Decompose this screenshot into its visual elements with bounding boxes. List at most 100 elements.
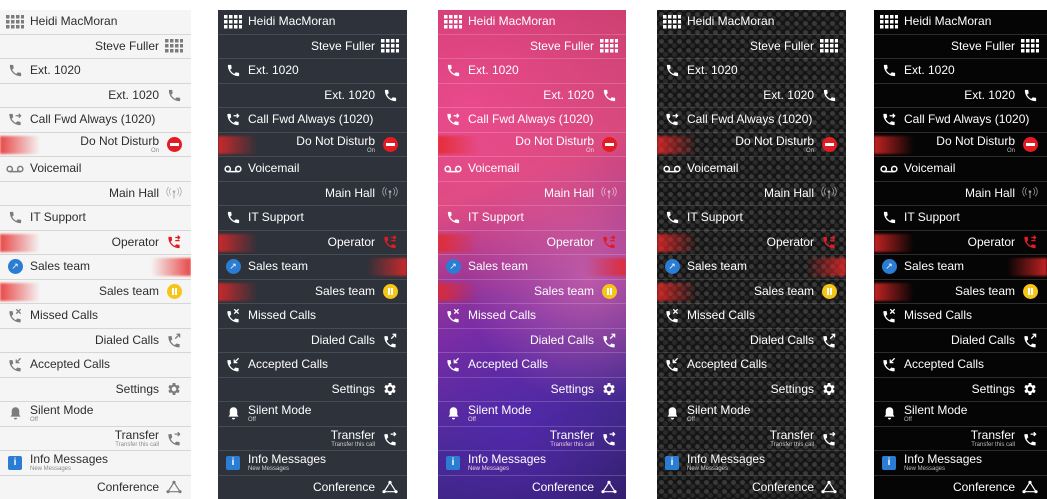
softkey-do-not-disturb[interactable]: Do Not Disturb On [874, 133, 1047, 157]
softkey-accepted-calls[interactable]: Accepted Calls [657, 353, 846, 378]
softkey-info-messages[interactable]: i Info Messages New Messages [874, 451, 1047, 476]
softkey-transfer[interactable]: Transfer Transfer this call [438, 427, 626, 451]
softkey-it-support[interactable]: IT Support [218, 206, 407, 231]
softkey-accepted-calls[interactable]: Accepted Calls [874, 353, 1047, 378]
softkey-do-not-disturb[interactable]: Do Not Disturb On [438, 133, 626, 157]
softkey-ext-1020[interactable]: Ext. 1020 [438, 59, 626, 84]
softkey-dialed-calls[interactable]: Dialed Calls [657, 329, 846, 353]
softkey-call-fwd-always-1020[interactable]: Call Fwd Always (1020) [218, 108, 407, 133]
softkey-sales-team[interactable]: ↗ Sales team [438, 255, 626, 280]
softkey-ext-1020[interactable]: Ext. 1020 [218, 59, 407, 84]
softkey-voicemail[interactable]: Voicemail [218, 157, 407, 182]
softkey-operator[interactable]: Operator [874, 231, 1047, 255]
softkey-settings[interactable]: Settings [438, 378, 626, 402]
softkey-missed-calls[interactable]: Missed Calls [218, 304, 407, 329]
softkey-call-fwd-always-1020[interactable]: Call Fwd Always (1020) [657, 108, 846, 133]
softkey-heidi-macmoran[interactable]: Heidi MacMoran [874, 10, 1047, 35]
softkey-ext-1020[interactable]: Ext. 1020 [0, 59, 191, 84]
softkey-do-not-disturb[interactable]: Do Not Disturb On [218, 133, 407, 157]
softkey-sales-team[interactable]: Sales team [874, 280, 1047, 304]
softkey-heidi-macmoran[interactable]: Heidi MacMoran [657, 10, 846, 35]
softkey-settings[interactable]: Settings [218, 378, 407, 402]
softkey-dialed-calls[interactable]: Dialed Calls [438, 329, 626, 353]
softkey-heidi-macmoran[interactable]: Heidi MacMoran [218, 10, 407, 35]
softkey-call-fwd-always-1020[interactable]: Call Fwd Always (1020) [438, 108, 626, 133]
softkey-voicemail[interactable]: Voicemail [874, 157, 1047, 182]
softkey-accepted-calls[interactable]: Accepted Calls [0, 353, 191, 378]
softkey-ext-1020[interactable]: Ext. 1020 [438, 84, 626, 108]
softkey-settings[interactable]: Settings [0, 378, 191, 402]
softkey-info-messages[interactable]: i Info Messages New Messages [438, 451, 626, 476]
softkey-conference[interactable]: Conference [218, 476, 407, 499]
softkey-sales-team[interactable]: Sales team [438, 280, 626, 304]
softkey-it-support[interactable]: IT Support [874, 206, 1047, 231]
softkey-it-support[interactable]: IT Support [0, 206, 191, 231]
softkey-steve-fuller[interactable]: Steve Fuller [874, 35, 1047, 59]
softkey-dialed-calls[interactable]: Dialed Calls [0, 329, 191, 353]
softkey-steve-fuller[interactable]: Steve Fuller [438, 35, 626, 59]
softkey-transfer[interactable]: Transfer Transfer this call [0, 427, 191, 451]
softkey-operator[interactable]: Operator [218, 231, 407, 255]
softkey-call-fwd-always-1020[interactable]: Call Fwd Always (1020) [0, 108, 191, 133]
softkey-conference[interactable]: Conference [874, 476, 1047, 499]
softkey-main-hall[interactable]: Main Hall [438, 182, 626, 206]
softkey-missed-calls[interactable]: Missed Calls [657, 304, 846, 329]
softkey-call-fwd-always-1020[interactable]: Call Fwd Always (1020) [874, 108, 1047, 133]
softkey-ext-1020[interactable]: Ext. 1020 [874, 84, 1047, 108]
softkey-dialed-calls[interactable]: Dialed Calls [874, 329, 1047, 353]
softkey-silent-mode[interactable]: Silent Mode Off [657, 402, 846, 427]
softkey-settings[interactable]: Settings [874, 378, 1047, 402]
softkey-accepted-calls[interactable]: Accepted Calls [218, 353, 407, 378]
softkey-operator[interactable]: Operator [657, 231, 846, 255]
softkey-sales-team[interactable]: Sales team [657, 280, 846, 304]
softkey-dialed-calls[interactable]: Dialed Calls [218, 329, 407, 353]
softkey-ext-1020[interactable]: Ext. 1020 [874, 59, 1047, 84]
softkey-silent-mode[interactable]: Silent Mode Off [0, 402, 191, 427]
softkey-transfer[interactable]: Transfer Transfer this call [657, 427, 846, 451]
softkey-sales-team[interactable]: Sales team [0, 280, 191, 304]
softkey-missed-calls[interactable]: Missed Calls [874, 304, 1047, 329]
softkey-sales-team[interactable]: Sales team [218, 280, 407, 304]
softkey-transfer[interactable]: Transfer Transfer this call [218, 427, 407, 451]
softkey-voicemail[interactable]: Voicemail [657, 157, 846, 182]
softkey-operator[interactable]: Operator [438, 231, 626, 255]
softkey-transfer[interactable]: Transfer Transfer this call [874, 427, 1047, 451]
softkey-main-hall[interactable]: Main Hall [218, 182, 407, 206]
softkey-main-hall[interactable]: Main Hall [657, 182, 846, 206]
softkey-heidi-macmoran[interactable]: Heidi MacMoran [438, 10, 626, 35]
softkey-do-not-disturb[interactable]: Do Not Disturb On [657, 133, 846, 157]
softkey-heidi-macmoran[interactable]: Heidi MacMoran [0, 10, 191, 35]
softkey-voicemail[interactable]: Voicemail [438, 157, 626, 182]
softkey-silent-mode[interactable]: Silent Mode Off [874, 402, 1047, 427]
softkey-info-messages[interactable]: i Info Messages New Messages [0, 451, 191, 476]
softkey-silent-mode[interactable]: Silent Mode Off [438, 402, 626, 427]
softkey-main-hall[interactable]: Main Hall [874, 182, 1047, 206]
softkey-missed-calls[interactable]: Missed Calls [0, 304, 191, 329]
softkey-ext-1020[interactable]: Ext. 1020 [657, 59, 846, 84]
softkey-steve-fuller[interactable]: Steve Fuller [0, 35, 191, 59]
softkey-conference[interactable]: Conference [0, 476, 191, 499]
softkey-ext-1020[interactable]: Ext. 1020 [657, 84, 846, 108]
softkey-do-not-disturb[interactable]: Do Not Disturb On [0, 133, 191, 157]
softkey-steve-fuller[interactable]: Steve Fuller [218, 35, 407, 59]
softkey-info-messages[interactable]: i Info Messages New Messages [657, 451, 846, 476]
softkey-sales-team[interactable]: ↗ Sales team [874, 255, 1047, 280]
softkey-ext-1020[interactable]: Ext. 1020 [0, 84, 191, 108]
softkey-settings[interactable]: Settings [657, 378, 846, 402]
softkey-sales-team[interactable]: ↗ Sales team [218, 255, 407, 280]
softkey-it-support[interactable]: IT Support [657, 206, 846, 231]
softkey-it-support[interactable]: IT Support [438, 206, 626, 231]
softkey-info-messages[interactable]: i Info Messages New Messages [218, 451, 407, 476]
softkey-conference[interactable]: Conference [438, 476, 626, 499]
softkey-silent-mode[interactable]: Silent Mode Off [218, 402, 407, 427]
softkey-ext-1020[interactable]: Ext. 1020 [218, 84, 407, 108]
softkey-sales-team[interactable]: ↗ Sales team [0, 255, 191, 280]
softkey-voicemail[interactable]: Voicemail [0, 157, 191, 182]
softkey-main-hall[interactable]: Main Hall [0, 182, 191, 206]
softkey-sales-team[interactable]: ↗ Sales team [657, 255, 846, 280]
softkey-accepted-calls[interactable]: Accepted Calls [438, 353, 626, 378]
softkey-steve-fuller[interactable]: Steve Fuller [657, 35, 846, 59]
softkey-operator[interactable]: Operator [0, 231, 191, 255]
softkey-conference[interactable]: Conference [657, 476, 846, 499]
softkey-missed-calls[interactable]: Missed Calls [438, 304, 626, 329]
